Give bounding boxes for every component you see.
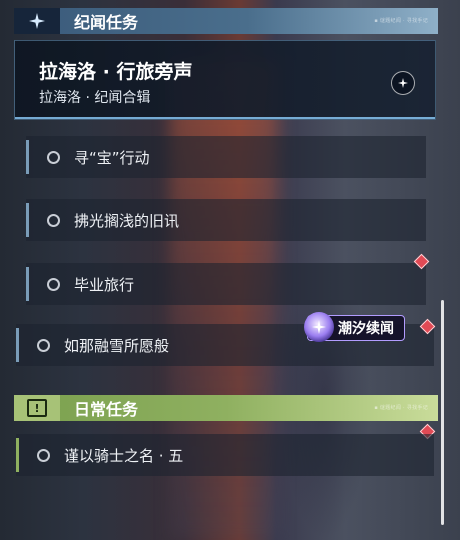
- circle-icon: [47, 277, 60, 291]
- alert-icon: !: [14, 395, 60, 421]
- daily-quest-row[interactable]: 谨以骑士之名 · 五: [16, 434, 434, 476]
- tide-icon: [304, 312, 334, 342]
- story-quest-deco: ▪ 谜题纪闻 · 寻找手记: [374, 18, 428, 24]
- active-quest-subtitle: 拉海洛 · 纪闻合辑: [39, 90, 151, 106]
- quest-row-accent: [26, 203, 29, 237]
- circle-icon: [37, 338, 50, 352]
- quest-row-accent: [16, 328, 19, 362]
- circle-icon: [47, 213, 60, 227]
- quest-row[interactable]: 寻“宝”行动: [26, 136, 426, 178]
- tide-badge[interactable]: 潮汐续闻: [304, 312, 405, 342]
- quest-label: 寻“宝”行动: [74, 148, 150, 167]
- active-quest-card[interactable]: 拉海洛 · 行旅旁声 拉海洛 · 纪闻合辑: [14, 40, 436, 120]
- daily-quest-title: 日常任务: [74, 400, 139, 419]
- story-quest-title: 纪闻任务: [74, 13, 139, 32]
- quest-label: 谨以骑士之名 · 五: [64, 446, 184, 465]
- active-quest-underline: [15, 117, 435, 119]
- quest-row-accent: [16, 438, 19, 472]
- active-quest-title: 拉海洛 · 行旅旁声: [39, 61, 193, 83]
- circle-icon: [47, 150, 60, 164]
- quest-label: 毕业旅行: [74, 275, 135, 294]
- story-quest-header[interactable]: 纪闻任务 ▪ 谜题纪闻 · 寻找手记: [14, 8, 438, 34]
- quest-row-accent: [26, 267, 29, 301]
- tide-badge-label: 潮汐续闻: [338, 321, 394, 337]
- quest-label: 拂光搁浅的旧讯: [74, 211, 180, 230]
- sparkle-icon: [14, 8, 60, 34]
- quest-row[interactable]: 拂光搁浅的旧讯: [26, 199, 426, 241]
- circle-icon: [37, 448, 50, 462]
- quest-row[interactable]: 毕业旅行: [26, 263, 426, 305]
- quest-row-accent: [26, 140, 29, 174]
- daily-quest-deco: ▪ 谜题纪闻 · 寻找手记: [374, 405, 428, 411]
- daily-quest-header[interactable]: ! 日常任务 ▪ 谜题纪闻 · 寻找手记: [14, 395, 438, 421]
- star-badge-icon[interactable]: [391, 71, 415, 95]
- scrollbar[interactable]: [441, 300, 444, 525]
- quest-label: 如那融雪所愿般: [64, 336, 170, 355]
